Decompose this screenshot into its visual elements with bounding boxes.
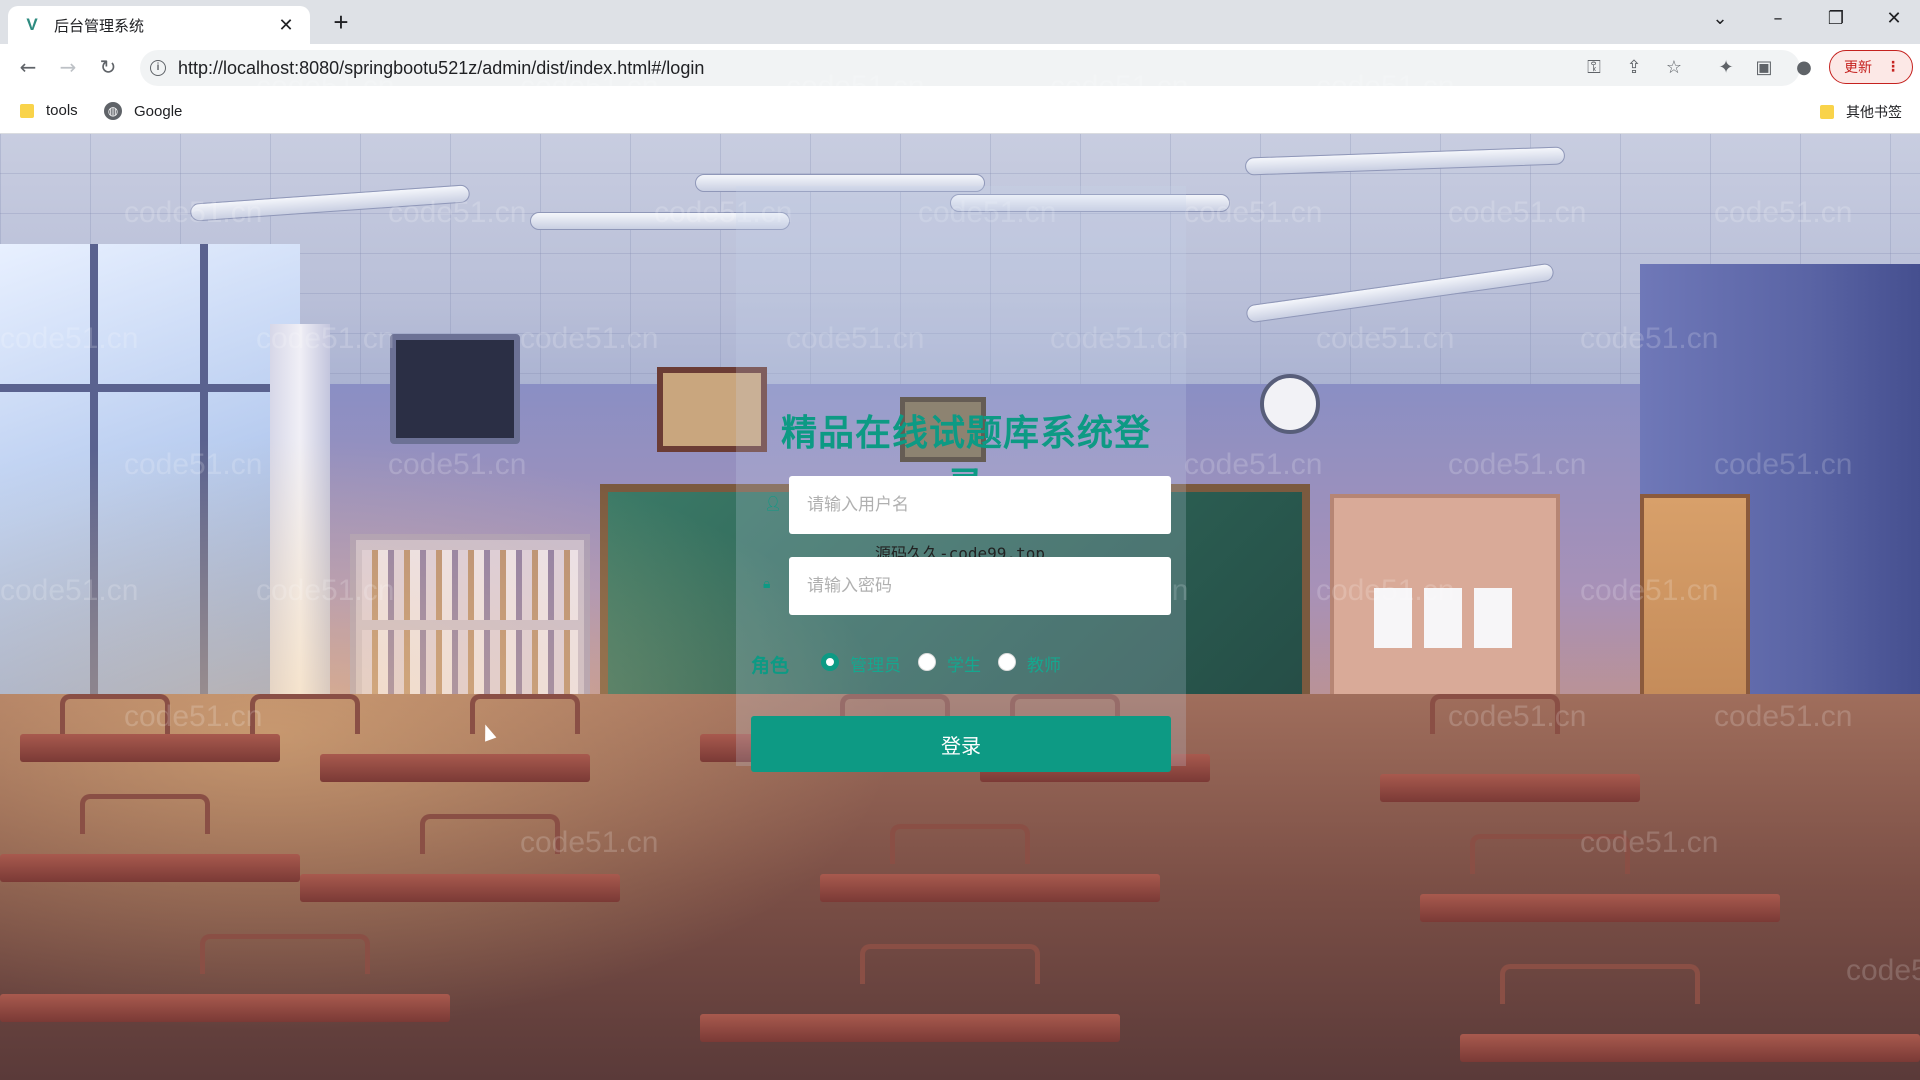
side-panel-icon[interactable]: ▣ (1752, 56, 1776, 80)
browser-toolbar: ← → ↻ i http://localhost:8080/springboot… (0, 44, 1920, 90)
other-bookmarks[interactable]: 其他书签 (1820, 102, 1902, 122)
folder-icon (20, 103, 34, 118)
chair (200, 934, 370, 974)
bookmark-star-icon[interactable]: ☆ (1662, 56, 1686, 80)
chair (1470, 834, 1630, 874)
close-window-button[interactable]: ✕ (1874, 8, 1914, 29)
desk (700, 1014, 1120, 1042)
chair (1430, 694, 1560, 734)
bookmark-google[interactable]: ◍ Google (104, 102, 182, 120)
share-icon[interactable]: ⇪ (1622, 56, 1646, 80)
bookmark-label: Google (134, 102, 183, 120)
role-label-student[interactable]: 学生 (947, 651, 981, 676)
forward-icon[interactable]: → (54, 54, 82, 82)
role-label-teacher[interactable]: 教师 (1027, 651, 1061, 676)
back-icon[interactable]: ← (14, 54, 42, 82)
window-frame (0, 384, 300, 392)
chair (80, 794, 210, 834)
key-icon[interactable]: ⚿ (1582, 56, 1606, 80)
update-label: 更新 (1844, 60, 1872, 76)
chair (60, 694, 170, 734)
role-label: 角色 (751, 655, 790, 677)
other-bookmarks-label: 其他书签 (1846, 105, 1902, 121)
desk (1420, 894, 1780, 922)
role-label-admin[interactable]: 管理员 (850, 651, 901, 676)
bookmark-tools[interactable]: tools (20, 102, 78, 119)
minimize-button[interactable]: – (1758, 8, 1798, 29)
notice-paper (1424, 588, 1462, 648)
chair (250, 694, 360, 734)
lock-icon: 🔒︎ (763, 576, 771, 592)
desk (1460, 1034, 1920, 1062)
vue-logo-icon: V (26, 15, 38, 34)
wall-tv (390, 334, 520, 444)
profile-icon[interactable]: ● (1792, 56, 1816, 80)
desk (820, 874, 1160, 902)
wall-clock-icon (1260, 374, 1320, 434)
globe-icon: ◍ (104, 102, 122, 120)
role-radio-admin[interactable] (821, 653, 839, 671)
tab-title: 后台管理系统 (54, 16, 145, 35)
chair (860, 944, 1040, 984)
username-input[interactable] (789, 476, 1171, 534)
extensions-icon[interactable]: ✦ (1714, 56, 1738, 80)
desk (300, 874, 620, 902)
desk (1380, 774, 1640, 802)
user-icon: 👤︎ (764, 496, 782, 512)
tab-strip: V 后台管理系统 ✕ + ⌄ – ❐ ✕ (0, 0, 1920, 44)
notice-paper (1374, 588, 1412, 648)
desk (20, 734, 280, 762)
chair (890, 824, 1030, 864)
new-tab-button[interactable]: + (326, 8, 356, 38)
url-text[interactable]: http://localhost:8080/springbootu521z/ad… (178, 58, 704, 79)
password-input[interactable] (789, 557, 1171, 615)
desk (320, 754, 590, 782)
site-info-icon[interactable]: i (150, 60, 166, 76)
role-radio-student[interactable] (918, 653, 936, 671)
folder-icon (1820, 105, 1834, 119)
desk (0, 854, 300, 882)
bookmark-label: tools (46, 102, 78, 119)
update-button[interactable]: 更新 ⋮ (1829, 50, 1913, 84)
login-button[interactable]: 登录 (751, 716, 1171, 772)
close-tab-icon[interactable]: ✕ (276, 15, 296, 36)
reload-icon[interactable]: ↻ (94, 54, 122, 82)
desk (0, 994, 450, 1022)
restore-button[interactable]: ❐ (1816, 8, 1856, 29)
chair (1500, 964, 1700, 1004)
chair (420, 814, 560, 854)
browser-tab[interactable]: V 后台管理系统 ✕ (8, 6, 310, 44)
menu-dots-icon[interactable]: ⋮ (1886, 59, 1900, 75)
bookmarks-bar: tools ◍ Google 其他书签 (0, 90, 1920, 134)
role-radio-teacher[interactable] (998, 653, 1016, 671)
notice-paper (1474, 588, 1512, 648)
tab-search-icon[interactable]: ⌄ (1700, 8, 1740, 29)
